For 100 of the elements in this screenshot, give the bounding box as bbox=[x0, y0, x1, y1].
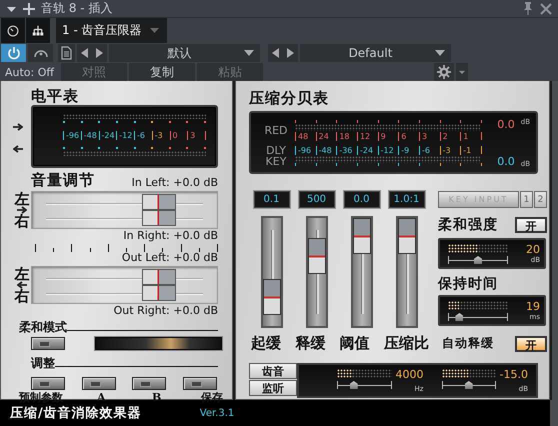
fader-reading: In Right: +0.0 dB bbox=[122, 230, 218, 242]
toggle-button[interactable]: 开 bbox=[515, 217, 547, 233]
action-button[interactable]: 复制 bbox=[129, 63, 195, 81]
version-label: Ver.3.1 bbox=[200, 408, 234, 418]
fader[interactable] bbox=[31, 191, 218, 229]
scale-label: 12 bbox=[356, 132, 375, 140]
value-display: 0.0 bbox=[344, 191, 380, 208]
channel-label: 左 bbox=[14, 192, 30, 206]
slider-thumb[interactable] bbox=[474, 256, 482, 264]
control-title: 自动释缓 bbox=[442, 335, 494, 352]
previous-icon[interactable] bbox=[81, 48, 88, 58]
scale-label: -24 bbox=[356, 146, 375, 154]
routing-button[interactable] bbox=[26, 18, 50, 43]
settings-icon bbox=[437, 65, 451, 79]
toggle-button[interactable]: 开 bbox=[515, 336, 547, 352]
fader-thumb[interactable] bbox=[142, 194, 176, 226]
channel-label: 右 bbox=[14, 289, 30, 303]
preset-file-button[interactable] bbox=[58, 44, 75, 62]
vertical-fader[interactable] bbox=[396, 216, 418, 328]
section-title: 音量调节 bbox=[31, 171, 95, 189]
arrow-right-icon bbox=[17, 206, 27, 214]
slider[interactable] bbox=[448, 313, 508, 321]
scale-label: -12 bbox=[116, 130, 134, 140]
next-icon[interactable] bbox=[96, 48, 103, 58]
previous-icon[interactable] bbox=[272, 48, 279, 58]
led-button[interactable] bbox=[31, 377, 65, 390]
scale-label: -1 bbox=[460, 146, 478, 154]
meter-label: RED bbox=[264, 125, 288, 136]
scale-label: 3 bbox=[418, 132, 437, 140]
fader-thumb[interactable] bbox=[308, 238, 326, 274]
vertical-fader[interactable] bbox=[306, 216, 328, 328]
value-reading: 20 bbox=[526, 244, 540, 256]
fader[interactable] bbox=[31, 266, 218, 304]
scale-label: 1 bbox=[460, 132, 478, 140]
caret-icon bbox=[435, 50, 445, 56]
slider-thumb[interactable] bbox=[350, 381, 358, 389]
led-button[interactable] bbox=[31, 337, 65, 350]
led-button[interactable] bbox=[82, 377, 116, 390]
pin-icon[interactable] bbox=[522, 2, 534, 15]
scale-label: 9 bbox=[378, 132, 396, 140]
fader-thumb[interactable] bbox=[262, 279, 280, 316]
fader-label: 阈值 bbox=[340, 334, 370, 353]
scale-label: 48 bbox=[295, 132, 313, 140]
scale-label: -24 bbox=[98, 130, 116, 140]
scale-label: -3 bbox=[152, 130, 169, 140]
scale-tick bbox=[480, 146, 482, 154]
arrow-left-icon bbox=[13, 144, 23, 152]
plugin-name: 压缩/齿音消除效果器 bbox=[10, 404, 142, 422]
value-reading: 4000 bbox=[396, 369, 424, 381]
meter-label: KEY bbox=[266, 156, 286, 166]
led-button[interactable] bbox=[182, 377, 217, 390]
settings-menu-button[interactable] bbox=[456, 63, 468, 81]
scale-label: -6 bbox=[418, 146, 437, 154]
slider[interactable] bbox=[448, 256, 508, 264]
add-icon[interactable] bbox=[23, 2, 35, 14]
scale-tick bbox=[480, 132, 482, 140]
fader-thumb[interactable] bbox=[142, 269, 176, 301]
caret-icon[interactable] bbox=[150, 28, 159, 33]
reduction-reading: 0.0 bbox=[497, 118, 515, 131]
slider-thumb[interactable] bbox=[455, 313, 464, 321]
fader-label: 释缓 bbox=[295, 334, 326, 353]
value-reading: 19 bbox=[526, 301, 540, 313]
section-title: 电平表 bbox=[31, 87, 80, 105]
close-icon[interactable] bbox=[540, 2, 552, 14]
fader-thumb[interactable] bbox=[352, 218, 370, 254]
scale-label: 24 bbox=[316, 132, 334, 140]
scale-label: -48 bbox=[316, 146, 334, 154]
automation-button[interactable] bbox=[28, 44, 53, 62]
channel-label: 右 bbox=[14, 214, 30, 228]
preset-name: Default bbox=[348, 46, 394, 60]
vertical-fader[interactable] bbox=[350, 216, 372, 328]
clock-button[interactable] bbox=[1, 18, 25, 43]
scale-label: -3 bbox=[440, 146, 458, 154]
power-button[interactable] bbox=[1, 44, 26, 62]
meter-label: DLY bbox=[266, 144, 286, 156]
next-icon[interactable] bbox=[287, 48, 294, 58]
value-display: 500 bbox=[298, 191, 334, 208]
slider[interactable] bbox=[337, 381, 392, 389]
slider[interactable] bbox=[442, 381, 496, 389]
mode-button[interactable]: 齿音 bbox=[249, 363, 297, 379]
insert-tab[interactable]: 1 - 齿音压限器 bbox=[56, 18, 167, 43]
arrow-right-icon bbox=[13, 122, 23, 130]
scale-label: 2 bbox=[440, 132, 458, 140]
panel-title: 音轨 8 - 插入 bbox=[41, 0, 112, 17]
slider-thumb[interactable] bbox=[464, 381, 473, 389]
scale-label: -6 bbox=[134, 130, 151, 140]
power-icon bbox=[6, 46, 20, 60]
scale-label: -48 bbox=[80, 130, 98, 140]
scale-label: 3 bbox=[187, 130, 204, 140]
scale-label: 18 bbox=[336, 132, 354, 140]
led-button[interactable] bbox=[132, 377, 166, 390]
fader-thumb[interactable] bbox=[398, 218, 416, 254]
preset-dropdown[interactable]: 默认 bbox=[109, 44, 260, 62]
curve-icon bbox=[32, 48, 48, 58]
scale-label: -36 bbox=[336, 146, 354, 154]
mode-button[interactable]: 监听 bbox=[249, 380, 297, 396]
preset-dropdown[interactable]: Default bbox=[300, 44, 451, 62]
vertical-fader[interactable] bbox=[260, 216, 282, 328]
preset-name: 默认 bbox=[166, 44, 192, 62]
settings-button[interactable] bbox=[434, 63, 454, 81]
